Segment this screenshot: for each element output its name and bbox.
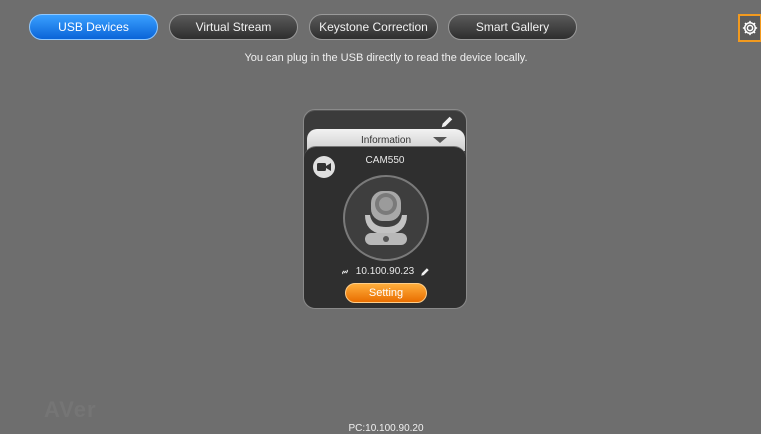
- tab-keystone-correction[interactable]: Keystone Correction: [309, 14, 438, 40]
- information-label: Information: [360, 134, 412, 146]
- device-card: Information CAM550 10.100.90.23 Setting: [303, 109, 467, 309]
- usb-hint-text: You can plug in the USB directly to read…: [244, 52, 528, 64]
- edit-icon[interactable]: [440, 115, 454, 129]
- tab-usb-devices[interactable]: USB Devices: [29, 14, 158, 40]
- device-panel: CAM550 10.100.90.23 Setting: [304, 146, 466, 308]
- edit-ip-icon[interactable]: [420, 267, 430, 277]
- link-icon: [341, 269, 348, 274]
- pc-ip-footer: PC:10.100.90.20: [348, 423, 424, 434]
- gear-icon: [742, 20, 758, 36]
- tab-smart-gallery[interactable]: Smart Gallery: [448, 14, 577, 40]
- chevron-down-icon: [433, 137, 447, 143]
- brand-watermark-logo: AVer: [44, 397, 97, 422]
- settings-button[interactable]: [738, 14, 761, 42]
- ip-row: 10.100.90.23: [304, 266, 466, 277]
- device-image: [343, 175, 429, 261]
- setting-button[interactable]: Setting: [345, 283, 427, 303]
- device-model-name: CAM550: [365, 155, 405, 166]
- device-ip: 10.100.90.23: [355, 266, 415, 277]
- tab-virtual-stream[interactable]: Virtual Stream: [169, 14, 298, 40]
